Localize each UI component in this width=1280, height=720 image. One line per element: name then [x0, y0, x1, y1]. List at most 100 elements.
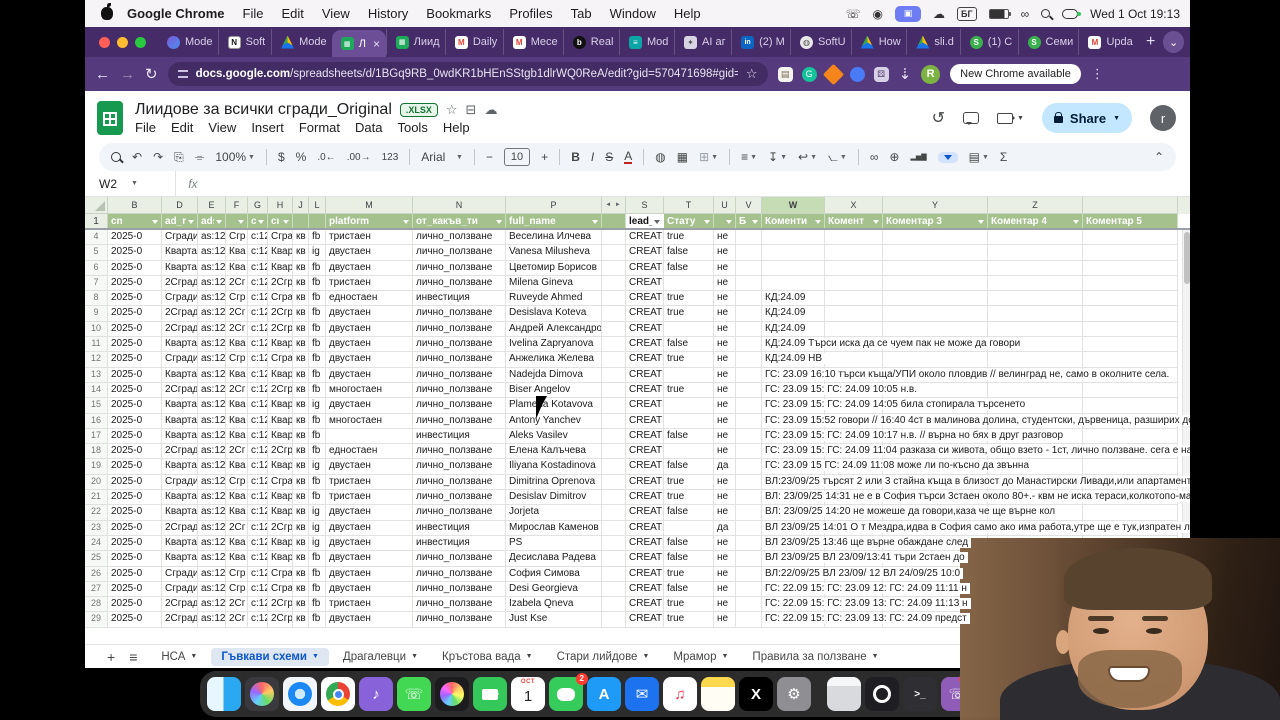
cell[interactable] — [602, 413, 626, 429]
cell[interactable] — [736, 367, 762, 383]
row-number[interactable]: 21 — [85, 490, 108, 506]
cell[interactable]: 2Сгр — [268, 520, 293, 536]
cell[interactable] — [736, 444, 762, 460]
cell[interactable]: Сград — [268, 230, 293, 246]
cell[interactable] — [883, 230, 988, 246]
sheets-menu-help[interactable]: Help — [443, 120, 470, 135]
cell[interactable]: c:12 — [248, 352, 268, 368]
cell[interactable]: ig — [309, 535, 326, 552]
cell[interactable]: 2Сгр — [268, 612, 293, 628]
cell[interactable]: Ква — [226, 535, 248, 552]
dock-icon-app-store[interactable]: A — [587, 677, 621, 711]
cell[interactable]: c:12 — [248, 444, 268, 460]
row-number[interactable]: 4 — [85, 230, 108, 246]
cell[interactable]: кв — [293, 275, 309, 292]
name-box[interactable]: W2 ▼ — [99, 177, 175, 191]
cell[interactable]: 2Сгради — [162, 597, 198, 613]
cell[interactable]: true — [664, 566, 714, 582]
cell[interactable] — [988, 306, 1083, 322]
cell[interactable]: ВЛ 23/09/25 14:01 О т Мездра,идва в Софи… — [762, 520, 1190, 536]
cell[interactable]: 2Сг — [226, 306, 248, 322]
cell[interactable] — [664, 275, 714, 292]
row-number[interactable]: 27 — [85, 581, 108, 598]
sheet-tab[interactable]: Драгалевци ▼ — [333, 648, 428, 666]
cell[interactable]: двустаен — [326, 535, 413, 552]
cell[interactable]: не — [714, 551, 736, 567]
control-center-icon[interactable] — [1062, 8, 1082, 19]
cell[interactable]: не — [714, 566, 736, 582]
cell[interactable]: КД:24.09 — [762, 321, 825, 338]
cell[interactable]: false — [664, 337, 714, 353]
dock-icon-chrome[interactable] — [321, 677, 355, 711]
cell[interactable]: не — [714, 581, 736, 598]
browser-tab[interactable]: in (2) M — [731, 29, 790, 55]
cell[interactable]: лично_ползване — [413, 566, 506, 582]
cell[interactable]: лично_ползване — [413, 245, 506, 261]
cell[interactable] — [883, 321, 988, 338]
toolbar-search-icon[interactable] — [111, 152, 121, 162]
dock-icon-podcasts[interactable]: ♪ — [359, 677, 393, 711]
cell[interactable]: CREATED — [626, 245, 664, 261]
cell[interactable]: не — [714, 306, 736, 322]
cell[interactable]: fb — [309, 275, 326, 292]
menubar-item[interactable]: Window — [610, 6, 656, 21]
header-cell[interactable] — [293, 214, 309, 228]
cell[interactable]: Ква — [226, 459, 248, 475]
increase-decimal-button[interactable]: .00→ — [347, 152, 371, 163]
cell[interactable] — [736, 581, 762, 598]
dock-icon-calendar[interactable]: OCT 1 — [511, 677, 545, 711]
cell[interactable]: 2025-0 — [108, 230, 162, 246]
cell[interactable]: кв — [293, 367, 309, 383]
cell[interactable]: fb — [309, 566, 326, 582]
filter-icon[interactable] — [238, 219, 244, 224]
cell[interactable] — [602, 398, 626, 414]
cell[interactable]: fb — [309, 597, 326, 613]
cell[interactable]: c:12 — [248, 382, 268, 399]
cell[interactable] — [1083, 245, 1178, 261]
cell[interactable]: Сгради к — [162, 581, 198, 598]
cell[interactable]: ГС: 22.09 15: ГС: 23.09 12: ГС: 24.09 11… — [762, 581, 970, 598]
cell[interactable]: 2025-0 — [108, 337, 162, 353]
cell[interactable]: Сград — [268, 291, 293, 307]
cell[interactable]: не — [714, 367, 736, 383]
tab-close-icon[interactable]: × — [373, 37, 380, 51]
cell[interactable]: Plamena Kotavova — [506, 398, 602, 414]
cell[interactable]: двустаен — [326, 520, 413, 536]
fill-color-icon[interactable]: ◍ — [655, 150, 665, 164]
site-info-icon[interactable] — [177, 70, 188, 78]
cell[interactable]: CREATED — [626, 321, 664, 338]
cell[interactable]: лично_ползване — [413, 230, 506, 246]
cell[interactable] — [602, 612, 626, 628]
row-number[interactable]: 16 — [85, 413, 108, 429]
cell[interactable]: 2025-0 — [108, 382, 162, 399]
zoom-select[interactable]: 100% ▼ — [215, 150, 255, 164]
cell[interactable]: fb — [309, 382, 326, 399]
filter-icon[interactable] — [1073, 219, 1079, 224]
cell[interactable]: fb — [309, 490, 326, 506]
metamask-icon[interactable] — [822, 63, 844, 85]
cell[interactable]: 2025-0 — [108, 612, 162, 628]
dock-icon-facetime[interactable] — [473, 677, 507, 711]
cell[interactable]: кв — [293, 551, 309, 567]
cell[interactable]: кв — [293, 566, 309, 582]
cell[interactable] — [602, 551, 626, 567]
cell[interactable] — [664, 444, 714, 460]
cell[interactable] — [1083, 382, 1178, 399]
cell[interactable]: Кварт — [268, 337, 293, 353]
collapse-toolbar-icon[interactable]: ⌃ — [1154, 150, 1164, 164]
cell[interactable]: Сгр — [226, 291, 248, 307]
cell[interactable] — [988, 291, 1083, 307]
cell[interactable]: false — [664, 459, 714, 475]
dock-icon-launchpad[interactable] — [245, 677, 279, 711]
cell[interactable]: не — [714, 612, 736, 628]
borders-icon[interactable]: ▦ — [677, 150, 688, 164]
scrollbar-thumb[interactable] — [1184, 232, 1190, 284]
cell[interactable]: двустаен — [326, 505, 413, 521]
cell[interactable]: тристаен — [326, 597, 413, 613]
cell[interactable]: CREATED — [626, 337, 664, 353]
cell[interactable]: Кварт — [268, 490, 293, 506]
add-sheet-button[interactable]: + — [107, 649, 115, 665]
cell[interactable] — [825, 260, 883, 276]
column-letter-f[interactable]: F — [226, 197, 248, 214]
cell[interactable]: Ква — [226, 505, 248, 521]
